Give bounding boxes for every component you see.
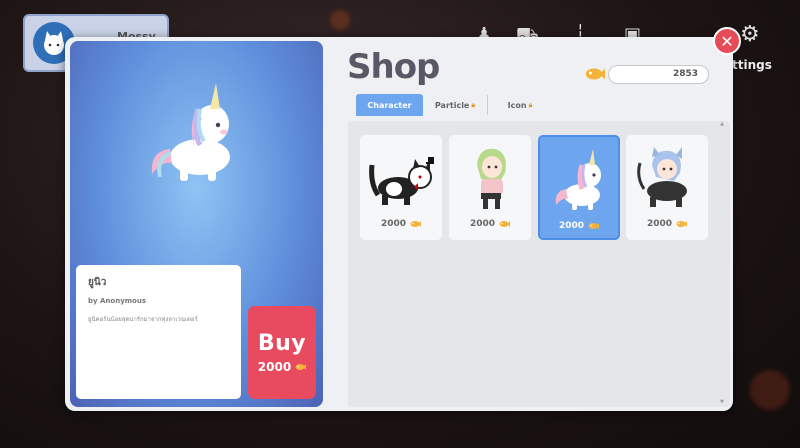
tab-particle[interactable]: Particle 🔒︎ <box>423 94 487 116</box>
fish-coin-icon <box>585 68 605 80</box>
item-price-value: 2000 <box>558 221 585 231</box>
buy-price-value: 2000 <box>257 360 292 374</box>
scroll-up-icon[interactable]: ▲ <box>720 121 724 127</box>
tab-label: Character <box>367 100 412 110</box>
tab-character[interactable]: Character <box>356 94 423 116</box>
item-author: by Anonymous <box>88 297 147 305</box>
background-glow <box>750 370 790 410</box>
fish-coin-icon <box>410 221 422 227</box>
item-price: 2000 <box>540 220 618 232</box>
green-hair-girl-image <box>477 148 506 209</box>
coin-balance: 2853 <box>608 65 709 84</box>
item-name: ยูนิว <box>88 277 107 288</box>
unicorn-image <box>555 149 601 210</box>
item-grid: ▲ ▼ 2000 2000 2000 2000 <box>348 121 730 407</box>
fish-coin-icon <box>295 364 307 370</box>
fish-coin-icon <box>499 221 511 227</box>
tuxedo-cat-image <box>369 157 434 205</box>
item-price-value: 2000 <box>469 219 496 229</box>
shop-tabs: Character Particle 🔒︎ Icon 🔒︎ <box>356 94 552 116</box>
blue-hair-catgirl-image <box>637 147 687 207</box>
shop-item-tuxedo-cat[interactable]: 2000 <box>360 135 442 240</box>
buy-label: Buy <box>257 331 307 356</box>
preview-panel: ยูนิว by Anonymous ยูนิคอร์นน้อยสุดน่ารั… <box>70 41 323 407</box>
fish-coin-icon <box>588 223 600 229</box>
shop-item-green-hair-girl[interactable]: 2000 <box>449 135 531 240</box>
scroll-down-icon[interactable]: ▼ <box>720 399 724 405</box>
gear-icon[interactable]: ⚙ <box>740 22 760 47</box>
lock-icon: 🔒︎ <box>528 100 533 109</box>
item-info-card: ยูนิว by Anonymous ยูนิคอร์นน้อยสุดน่ารั… <box>76 265 241 399</box>
item-description: ยูนิคอร์นน้อยสุดน่ารักมาจากทุ่งลาเวนเดอร… <box>88 316 198 323</box>
close-button[interactable]: ✕ <box>713 27 741 55</box>
item-price: 2000 <box>626 218 708 230</box>
tab-label: Icon <box>507 100 527 110</box>
shop-item-unicorn[interactable]: 2000 <box>538 135 620 240</box>
tab-label: Particle <box>434 100 470 110</box>
item-price-value: 2000 <box>646 219 673 229</box>
settings-label[interactable]: ttings <box>732 58 772 72</box>
buy-price: 2000 <box>257 360 307 374</box>
tab-icon[interactable]: Icon 🔒︎ <box>488 94 552 116</box>
unicorn-preview-image <box>151 83 230 181</box>
close-icon: ✕ <box>720 31 734 51</box>
lock-icon: 🔒︎ <box>471 100 476 109</box>
item-price-value: 2000 <box>380 219 407 229</box>
shop-modal: ยูนิว by Anonymous ยูนิคอร์นน้อยสุดน่ารั… <box>65 37 733 411</box>
item-price: 2000 <box>449 218 531 230</box>
fish-coin-icon <box>676 221 688 227</box>
background-glow <box>330 10 350 30</box>
buy-button[interactable]: Buy 2000 <box>248 306 316 399</box>
shop-title: Shop <box>347 47 440 87</box>
shop-item-blue-hair-catgirl[interactable]: 2000 <box>626 135 708 240</box>
item-price: 2000 <box>360 218 442 230</box>
